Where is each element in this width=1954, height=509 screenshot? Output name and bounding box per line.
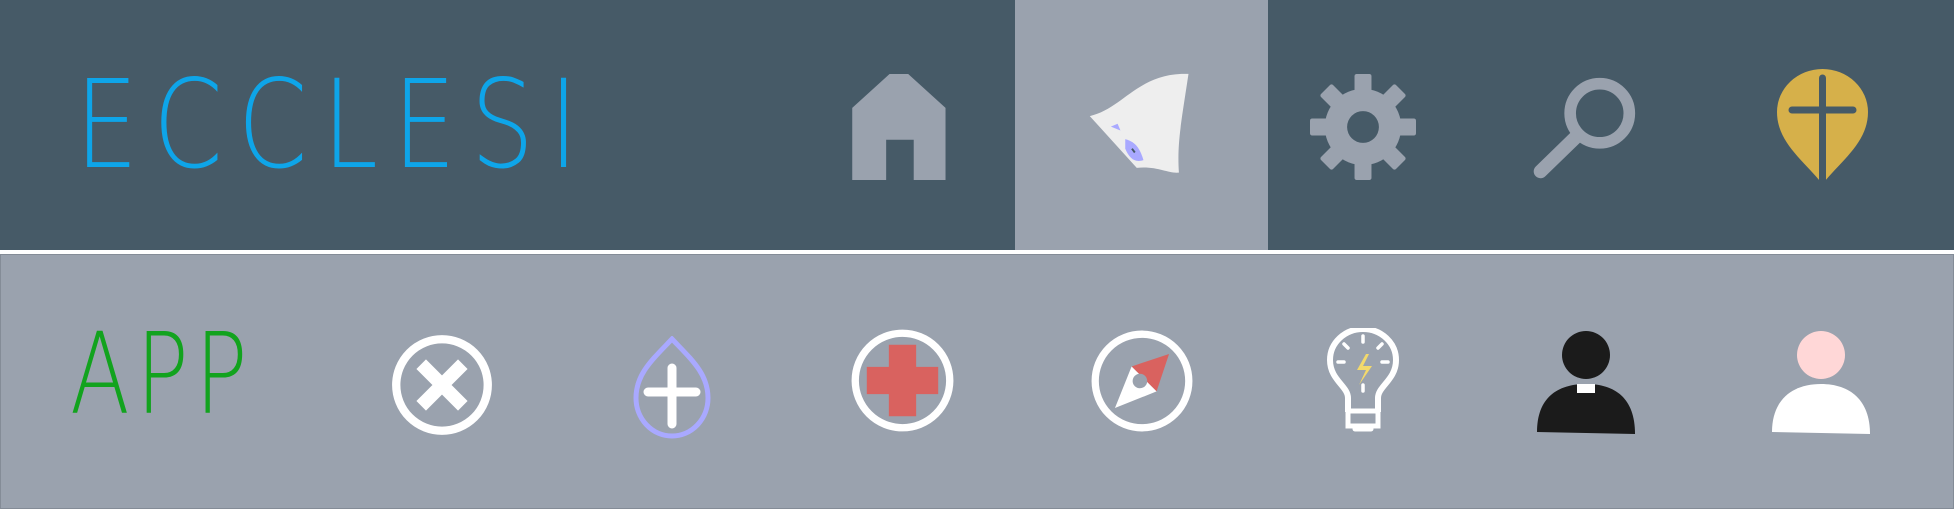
red-cross-circle-icon xyxy=(851,329,954,432)
user-icon xyxy=(1772,331,1870,434)
nav-search[interactable] xyxy=(1530,74,1642,180)
cross-map-pin-icon xyxy=(1777,69,1868,186)
user-button[interactable] xyxy=(1770,328,1872,436)
priest-button[interactable] xyxy=(1535,328,1637,436)
close-circle-icon xyxy=(392,335,492,435)
close-button[interactable] xyxy=(390,333,494,437)
brand-logo-text: ECCLESI xyxy=(75,54,594,196)
search-icon xyxy=(1533,77,1636,179)
gear-icon xyxy=(1310,74,1416,180)
secondary-toolbar xyxy=(0,254,1954,509)
nav-church-location[interactable] xyxy=(1775,68,1870,186)
lightbulb-icon xyxy=(1327,328,1399,432)
nav-home[interactable] xyxy=(848,74,954,180)
nav-settings[interactable] xyxy=(1310,74,1416,180)
home-icon xyxy=(852,74,946,180)
compass-button[interactable] xyxy=(1090,329,1194,433)
compass-icon xyxy=(1091,330,1193,432)
nav-prayer[interactable] xyxy=(1085,72,1200,187)
cross-drop-icon xyxy=(633,336,711,439)
priest-icon xyxy=(1537,331,1635,434)
first-aid-button[interactable] xyxy=(850,328,955,433)
holy-water-button[interactable] xyxy=(630,336,714,440)
app-label: APP xyxy=(70,310,254,440)
folded-hands-icon xyxy=(1089,73,1189,173)
idea-button[interactable] xyxy=(1325,328,1401,434)
